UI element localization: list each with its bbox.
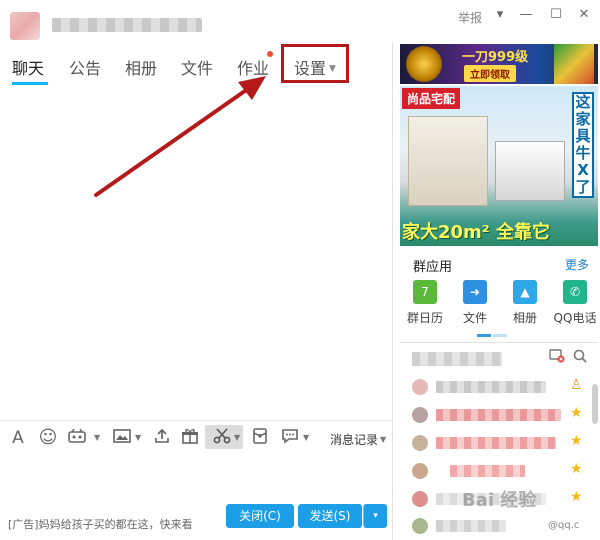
member-avatar [412, 491, 428, 507]
send-button[interactable]: 发送(S) [298, 504, 362, 528]
notification-dot [267, 51, 273, 57]
image-icon[interactable] [112, 428, 132, 448]
group-avatar[interactable] [10, 12, 40, 40]
room-image-shelves [408, 116, 488, 206]
tab-announcement[interactable]: 公告 [69, 55, 101, 79]
member-avatar [412, 379, 428, 395]
member-manage-icon[interactable] [549, 349, 565, 367]
panel-divider [392, 42, 393, 540]
qq-watermark: @qq.c [548, 520, 580, 531]
group-apps-title: 群应用 [413, 260, 453, 275]
upload-icon[interactable] [152, 428, 172, 448]
scissors-icon[interactable] [212, 428, 232, 448]
chat-bubble-icon[interactable] [280, 428, 300, 448]
send-options-button[interactable]: ▾ [363, 504, 387, 528]
maximize-button[interactable]: ☐ [546, 7, 566, 22]
member-row[interactable]: ★ [404, 433, 590, 453]
member-row[interactable]: ★ [404, 405, 590, 425]
tab-chat[interactable]: 聊天 [12, 55, 44, 79]
app-files[interactable]: ➜ 文件 [450, 280, 500, 326]
sticker-icon[interactable] [67, 428, 87, 448]
more-dropdown-icon[interactable]: ▼ [303, 433, 309, 442]
search-icon[interactable] [573, 349, 587, 367]
page-indicator-active[interactable] [477, 334, 491, 337]
app-label: QQ电话 [553, 311, 597, 325]
emoji-icon[interactable]: ☺ [38, 428, 58, 448]
menu-dropdown-icon[interactable]: ▾ [490, 7, 510, 22]
title-bar: 举报 ▾ — ☐ ✕ [0, 0, 600, 42]
member-count-blurred [412, 352, 502, 366]
medal-logo-icon [406, 46, 442, 82]
tab-homework[interactable]: 作业 [237, 55, 269, 79]
history-dropdown-icon: ▼ [380, 435, 387, 444]
chat-message-area[interactable] [0, 86, 392, 420]
tab-album[interactable]: 相册 [125, 55, 157, 79]
photo-icon: ▲ [513, 280, 537, 304]
admin-star-icon: ★ [570, 433, 583, 449]
admin-star-icon: ★ [570, 461, 583, 477]
folder-icon: ➜ [463, 280, 487, 304]
admin-star-icon: ★ [570, 489, 583, 505]
room-image-bed [495, 141, 565, 201]
app-qq-call[interactable]: ✆ QQ电话 [550, 280, 600, 326]
font-icon[interactable]: A [8, 428, 28, 448]
ad-brand: 尚品宅配 [402, 88, 461, 109]
member-avatar [412, 407, 428, 423]
report-link[interactable]: 举报 [458, 9, 482, 26]
member-name-blurred [436, 381, 546, 393]
baidu-watermark: Bai 经验 [462, 490, 537, 511]
app-album[interactable]: ▲ 相册 [500, 280, 550, 326]
ad-slogan: 一刀999级 [462, 50, 529, 65]
ad-side-text: 这家具牛X了 [572, 92, 594, 198]
red-packet-icon[interactable] [250, 428, 270, 448]
section-divider [400, 342, 598, 343]
more-apps-link[interactable]: 更多 [565, 256, 589, 273]
owner-icon: ♙ [570, 377, 583, 393]
member-avatar [412, 518, 428, 534]
close-window-button[interactable]: ✕ [574, 7, 594, 22]
member-name-blurred [450, 465, 525, 477]
app-label: 相册 [512, 311, 537, 325]
highlight-annotation-box [281, 44, 349, 83]
member-name-blurred [436, 437, 556, 449]
furniture-ad-banner[interactable]: 尚品宅配 这家具牛X了 家大20m² 全靠它 [400, 86, 598, 246]
member-list-scrollbar[interactable] [592, 384, 598, 424]
page-indicator[interactable] [493, 334, 507, 337]
image-dropdown-icon[interactable]: ▼ [135, 433, 141, 442]
close-button[interactable]: 关闭(C) [226, 504, 294, 528]
game-ad-banner[interactable]: 一刀999级 立即领取 [400, 44, 598, 84]
app-label: 文件 [462, 311, 487, 325]
member-row[interactable]: ♙ [404, 377, 590, 397]
sticker-dropdown-icon[interactable]: ▼ [94, 433, 100, 442]
history-label: 消息记录 [330, 433, 379, 447]
app-label: 群日历 [406, 311, 443, 325]
ad-cta: 立即领取 [464, 65, 516, 82]
minimize-button[interactable]: — [516, 7, 536, 22]
member-name-blurred [436, 409, 561, 421]
member-name-blurred [436, 520, 506, 532]
member-avatar [412, 463, 428, 479]
message-history-button[interactable]: 消息记录 ▼ [330, 431, 386, 448]
member-avatar [412, 435, 428, 451]
group-name-blurred [52, 18, 202, 32]
message-input[interactable] [0, 455, 392, 500]
input-toolbar: A ☺ ▼ ▼ ▼ ▼ 消息记录 ▼ [0, 420, 392, 454]
admin-star-icon: ★ [570, 405, 583, 421]
app-calendar[interactable]: 7 群日历 [400, 280, 450, 326]
ad-text-link[interactable]: [广告]妈妈给孩子买的都在这，快来看 [8, 516, 193, 532]
ad-bottom-text: 家大20m² 全靠它 [402, 222, 550, 243]
tab-files[interactable]: 文件 [181, 55, 213, 79]
calendar-icon: 7 [413, 280, 437, 304]
member-row[interactable]: ★ [404, 461, 590, 481]
phone-icon: ✆ [563, 280, 587, 304]
active-tab-indicator [12, 82, 48, 85]
jester-character-image [554, 44, 594, 84]
screenshot-dropdown-icon[interactable]: ▼ [234, 433, 240, 442]
gift-icon[interactable] [180, 428, 200, 448]
